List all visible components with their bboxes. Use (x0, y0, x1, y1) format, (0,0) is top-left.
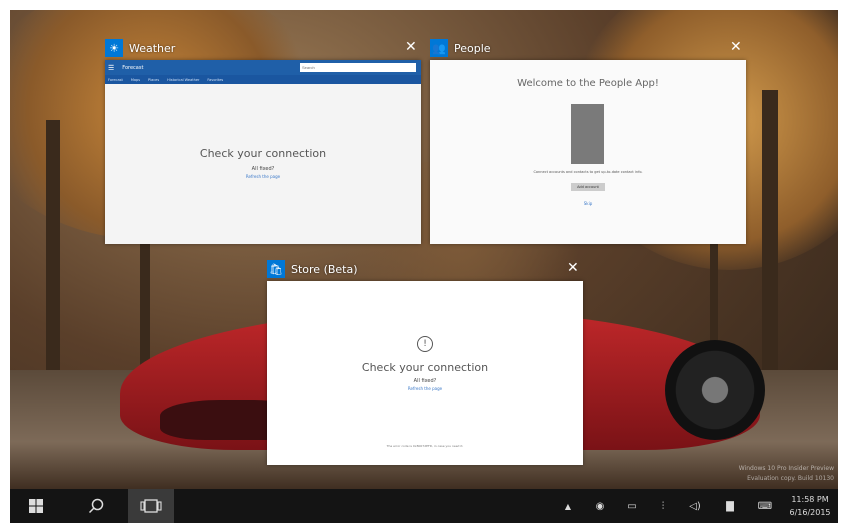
weather-search-input[interactable] (300, 63, 416, 72)
store-close-icon[interactable]: ✕ (567, 260, 579, 276)
keyboard-icon[interactable]: ⌨ (754, 489, 776, 523)
people-welcome-heading: Welcome to the People App! (517, 78, 659, 89)
weather-tab-strip: Forecast Maps Places Historical Weather … (105, 75, 421, 84)
weather-nav-bar: ☰ Forecast (105, 60, 421, 75)
search-icon (88, 498, 104, 514)
network-icon[interactable]: ⫶ (653, 489, 673, 523)
watermark-line-1: Windows 10 Pro Insider Preview (738, 465, 834, 472)
weather-window-content[interactable]: ☰ Forecast Forecast Maps Places Historic… (105, 60, 421, 244)
add-account-button[interactable]: Add account (571, 183, 605, 191)
tab-favorites[interactable]: Favorites (207, 78, 223, 82)
people-description: Connect accounts and contacts to get up-… (533, 170, 643, 174)
weather-window-title: Weather (129, 41, 176, 55)
weather-location: Forecast (122, 64, 144, 71)
notifications-icon[interactable]: ▇ (720, 489, 740, 523)
clock-time: 11:58 PM (791, 495, 829, 504)
task-view-icon (140, 499, 162, 513)
store-window[interactable]: 🛍 Store (Beta) ✕ ! Check your connection… (267, 257, 583, 465)
connection-error-title: Check your connection (199, 147, 327, 160)
volume-icon[interactable]: ◁) (685, 489, 705, 523)
start-button[interactable] (16, 489, 56, 523)
show-hidden-icons-chevron-up-icon[interactable]: ▲ (561, 489, 575, 523)
connection-error-subtitle: All fixed? (251, 166, 275, 172)
action-center-icon[interactable]: ◉ (591, 489, 609, 523)
clock-date: 6/16/2015 (789, 508, 831, 517)
tab-historical-weather[interactable]: Historical Weather (167, 78, 199, 82)
store-error-code: The error code is 0x80072EFD, in case yo… (386, 444, 464, 448)
weather-window[interactable]: ☀ Weather ✕ ☰ Forecast Forecast Maps Pla… (105, 36, 421, 244)
battery-icon[interactable]: ▭ (622, 489, 642, 523)
weather-close-icon[interactable]: ✕ (405, 39, 417, 55)
wallpaper-trunk (140, 240, 150, 370)
tab-maps[interactable]: Maps (131, 78, 140, 82)
refresh-link[interactable]: Refresh the page (105, 174, 421, 179)
desktop: ☀ Weather ✕ ☰ Forecast Forecast Maps Pla… (10, 10, 838, 523)
store-window-header[interactable]: 🛍 Store (Beta) (267, 257, 358, 281)
store-bag-icon: 🛍 (267, 260, 285, 278)
people-illustration (571, 104, 604, 164)
store-window-content[interactable]: ! Check your connection All fixed? Refre… (267, 281, 583, 465)
weather-sun-icon: ☀ (105, 39, 123, 57)
store-connection-error-title: Check your connection (361, 361, 489, 374)
people-icon: 👥 (430, 39, 448, 57)
people-window-content[interactable]: Welcome to the People App! Connect accou… (430, 60, 746, 244)
people-close-icon[interactable]: ✕ (730, 39, 742, 55)
wallpaper-car-wheel (665, 340, 765, 440)
weather-window-header[interactable]: ☀ Weather (105, 36, 175, 60)
watermark-line-2: Evaluation copy. Build 10130 (747, 475, 834, 482)
store-refresh-link[interactable]: Refresh the page (267, 386, 583, 391)
task-view-button[interactable] (128, 489, 174, 523)
tab-forecast[interactable]: Forecast (108, 78, 123, 82)
windows-logo-icon (29, 499, 43, 513)
tab-places[interactable]: Places (148, 78, 159, 82)
skip-link[interactable]: Skip (430, 201, 746, 206)
search-button[interactable] (76, 489, 116, 523)
wallpaper-trunk (762, 90, 778, 370)
people-window-title: People (454, 41, 491, 55)
store-connection-error-subtitle: All fixed? (413, 378, 437, 384)
hamburger-menu-icon[interactable]: ☰ (108, 64, 114, 72)
people-window[interactable]: 👥 People ✕ Welcome to the People App! Co… (430, 36, 746, 244)
warning-circle-icon: ! (417, 336, 433, 352)
taskbar: ▲ ◉ ▭ ⫶ ◁) ▇ ⌨ 11:58 PM 6/16/2015 (10, 489, 838, 523)
wallpaper-trunk (46, 120, 60, 370)
people-window-header[interactable]: 👥 People (430, 36, 491, 60)
clock[interactable]: 11:58 PM 6/16/2015 (782, 493, 838, 521)
store-window-title: Store (Beta) (291, 262, 358, 276)
